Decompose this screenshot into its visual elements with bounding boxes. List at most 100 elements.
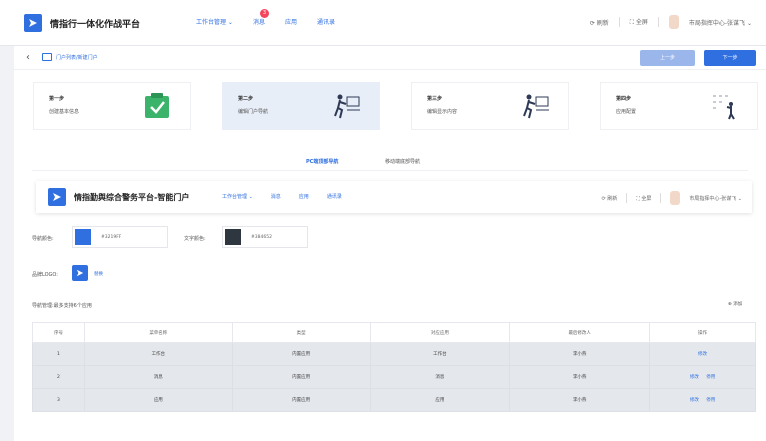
nav-apps[interactable]: 应用 xyxy=(285,17,297,26)
message-count-badge: 3 xyxy=(260,9,269,18)
step-desc: 应用配置 xyxy=(616,109,637,115)
cell-app: 工作台 xyxy=(369,342,511,366)
next-step-button[interactable]: 下一步 xyxy=(704,50,756,66)
preview-tools: ⟳ 刷新 ⛶ 全屏 市局指挥中心-张谋飞 ⌄ xyxy=(602,191,742,205)
nav-contacts[interactable]: 通讯录 xyxy=(317,17,335,26)
check-done-icon xyxy=(145,93,169,118)
breadcrumb-text[interactable]: 门户列表/新建门户 xyxy=(56,54,98,61)
cell-app: 消息 xyxy=(369,365,511,389)
step-title: 第二步 xyxy=(238,96,254,102)
brand-logo-label: 品牌LOGO: xyxy=(32,272,58,278)
cell-actions: 修改 停用 xyxy=(649,388,756,412)
step-1[interactable]: 第一步 创建基本信息 xyxy=(33,82,191,130)
logo-arrow-icon xyxy=(29,19,37,27)
table-header-row: 序号 菜单名称 类型 对应应用 最后修改人 操作 xyxy=(32,322,756,343)
divider xyxy=(660,193,662,203)
nav-messages[interactable]: 消息 xyxy=(253,17,265,26)
step-title: 第一步 xyxy=(49,96,65,102)
edit-link[interactable]: 修改 xyxy=(690,375,699,380)
monitor-icon xyxy=(42,53,52,61)
cell-editor: 李小燕 xyxy=(509,388,651,412)
cell-index: 1 xyxy=(32,342,85,366)
logo-arrow-icon xyxy=(53,193,61,201)
header-tools: ⟳ 刷新 ⛶ 全屏 市局指挥中心-张谋飞 ⌄ xyxy=(590,15,752,29)
preview-nav-apps[interactable]: 应用 xyxy=(299,193,309,200)
person-desk-icon xyxy=(334,94,360,119)
step-title: 第四步 xyxy=(616,96,632,102)
back-arrow-icon[interactable]: ‹ xyxy=(26,52,30,63)
main-card: ‹ 门户列表/新建门户 上一步 下一步 第一步 创建基本信息 第二步 编辑门户导… xyxy=(14,46,766,441)
edit-link[interactable]: 修改 xyxy=(698,352,707,357)
step-desc: 编辑显示内容 xyxy=(427,109,458,115)
refresh-label: 刷新 xyxy=(607,195,618,202)
cell-editor: 李小燕 xyxy=(509,365,651,389)
replace-logo-link[interactable]: 替换 xyxy=(94,271,103,277)
nav-color-field[interactable]: #3219FF xyxy=(72,226,168,248)
preview-nav-workbench[interactable]: 工作台管理 ⌄ xyxy=(222,193,253,200)
refresh-button[interactable]: ⟳ 刷新 xyxy=(590,18,609,27)
preview-nav-contacts[interactable]: 通讯录 xyxy=(327,193,342,200)
user-menu[interactable]: 市局指挥中心-张谋飞 ⌄ xyxy=(689,18,752,27)
col-menu-name: 菜单名称 xyxy=(83,322,233,343)
breadcrumb: ‹ 门户列表/新建门户 上一步 下一步 xyxy=(14,46,766,70)
cell-type: 内置应用 xyxy=(231,388,371,412)
col-index: 序号 xyxy=(32,322,85,343)
preview-nav: 工作台管理 ⌄ 消息 应用 通讯录 xyxy=(222,193,342,200)
avatar[interactable] xyxy=(668,15,679,29)
preview-logo xyxy=(48,188,66,206)
preview-nav-messages[interactable]: 消息 xyxy=(271,193,281,200)
edit-link[interactable]: 修改 xyxy=(690,398,699,403)
add-label: 添加 xyxy=(733,302,743,307)
nav-color-swatch[interactable] xyxy=(75,229,91,245)
divider xyxy=(626,193,628,203)
refresh-label: 刷新 xyxy=(596,19,609,27)
step-2[interactable]: 第二步 编辑门户导航 xyxy=(222,82,380,130)
divider xyxy=(657,17,659,27)
text-color-label: 文字颜色: xyxy=(184,236,206,242)
top-header: 情指行一体化作战平台 工作台管理 ⌄ 消息 应用 通讯录 3 ⟳ 刷新 ⛶ 全屏… xyxy=(0,0,766,46)
step-3[interactable]: 第三步 编辑显示内容 xyxy=(411,82,569,130)
person-board-icon xyxy=(713,95,735,120)
cell-name: 消息 xyxy=(83,365,233,389)
person-desk-icon xyxy=(523,94,549,119)
step-4[interactable]: 第四步 应用配置 xyxy=(600,82,758,130)
cell-name: 工作台 xyxy=(83,342,233,366)
step-desc: 编辑门户导航 xyxy=(238,109,269,115)
cell-type: 内置应用 xyxy=(231,342,371,366)
brand-logo-preview xyxy=(72,265,88,281)
add-nav-button[interactable]: ⊕ 添加 xyxy=(728,301,742,307)
nav-workbench[interactable]: 工作台管理 ⌄ xyxy=(196,17,233,26)
col-type: 类型 xyxy=(231,322,371,343)
preview-title: 情指勤舆综合警务平台-智能门户 xyxy=(74,193,190,202)
refresh-button[interactable]: ⟳ 刷新 xyxy=(602,195,618,202)
text-color-hex: #384652 xyxy=(251,235,272,240)
cell-actions: 修改 停用 xyxy=(649,365,756,389)
tab-pc-nav[interactable]: PC端顶部导航 xyxy=(306,158,338,165)
cell-editor: 李小燕 xyxy=(509,342,651,366)
avatar[interactable] xyxy=(670,191,681,205)
cell-app: 应用 xyxy=(369,388,511,412)
nav-table: 序号 菜单名称 类型 对应应用 最后修改人 操作 1 工作台 内置应用 工作台 … xyxy=(32,322,756,412)
divider xyxy=(618,17,620,27)
step-title: 第三步 xyxy=(427,96,443,102)
col-editor: 最后修改人 xyxy=(509,322,651,343)
disable-link[interactable]: 停用 xyxy=(706,375,715,380)
nav-manage-label: 导航管理:最多支持6个应用 xyxy=(32,303,92,309)
cell-name: 应用 xyxy=(83,388,233,412)
table-row[interactable]: 2 消息 内置应用 消息 李小燕 修改 停用 xyxy=(32,365,756,389)
tab-mobile-nav[interactable]: 移动端底部导航 xyxy=(385,158,420,165)
disable-link[interactable]: 停用 xyxy=(706,398,715,403)
table-row[interactable]: 3 应用 内置应用 应用 李小燕 修改 停用 xyxy=(32,388,756,412)
text-color-swatch[interactable] xyxy=(225,229,241,245)
table-row[interactable]: 1 工作台 内置应用 工作台 李小燕 修改 xyxy=(32,342,756,366)
nav-preview: 情指勤舆综合警务平台-智能门户 工作台管理 ⌄ 消息 应用 通讯录 ⟳ 刷新 ⛶… xyxy=(36,181,752,213)
user-menu[interactable]: 市局指挥中心-张谋飞 ⌄ xyxy=(689,195,742,202)
fullscreen-button[interactable]: ⛶ 全屏 xyxy=(630,17,648,27)
cell-index: 2 xyxy=(32,365,85,389)
text-color-field[interactable]: #384652 xyxy=(222,226,308,248)
fullscreen-button[interactable]: ⛶ 全屏 xyxy=(636,195,651,202)
col-actions: 操作 xyxy=(649,322,756,343)
prev-step-button[interactable]: 上一步 xyxy=(640,50,695,66)
app-logo xyxy=(24,14,42,32)
step-desc: 创建基本信息 xyxy=(49,109,80,115)
